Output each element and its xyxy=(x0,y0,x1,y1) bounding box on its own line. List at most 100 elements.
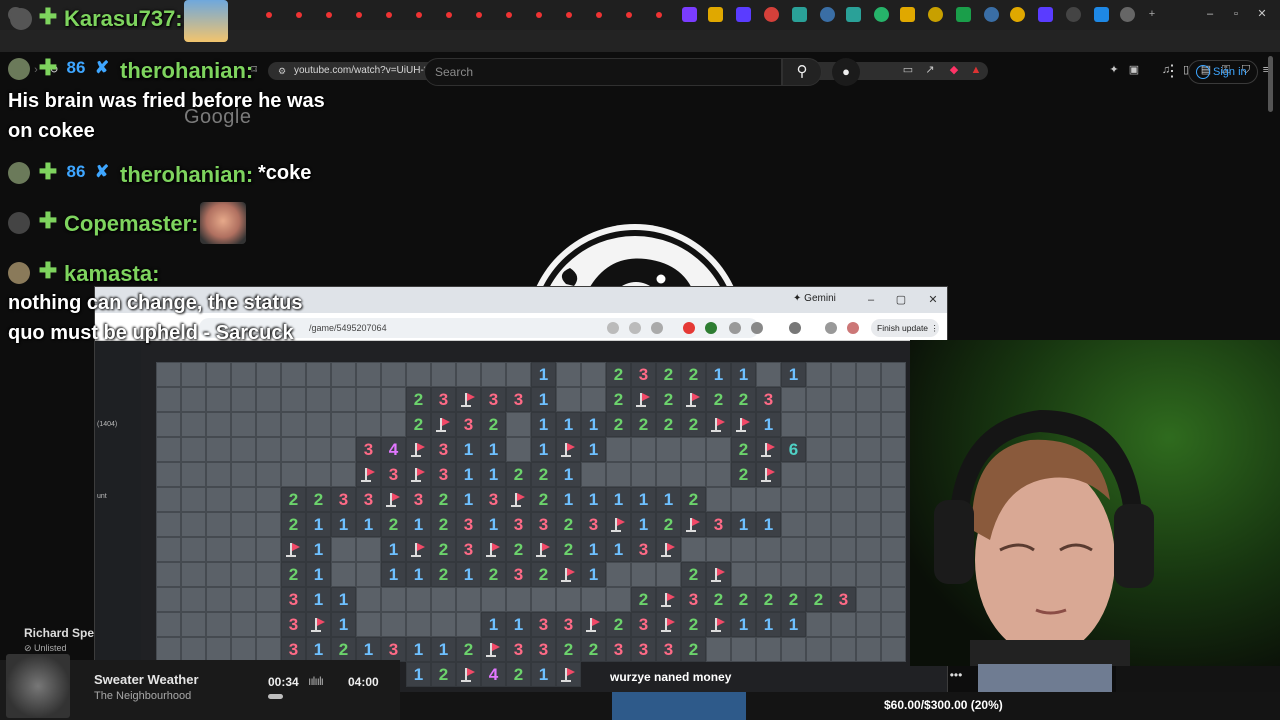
number-cell[interactable]: 2 xyxy=(656,412,681,437)
number-cell[interactable]: 1 xyxy=(781,612,806,637)
number-cell[interactable]: 2 xyxy=(456,637,481,662)
number-cell[interactable]: 1 xyxy=(306,587,331,612)
covered-cell[interactable] xyxy=(731,637,756,662)
covered-cell[interactable] xyxy=(706,462,731,487)
number-cell[interactable]: 1 xyxy=(606,537,631,562)
number-cell[interactable]: 4 xyxy=(481,662,506,687)
number-cell[interactable]: 1 xyxy=(306,637,331,662)
covered-cell[interactable] xyxy=(256,562,281,587)
number-cell[interactable]: 3 xyxy=(506,637,531,662)
settings-menu-button[interactable]: ⋮ xyxy=(1164,62,1180,82)
covered-cell[interactable] xyxy=(481,587,506,612)
seek-progress[interactable] xyxy=(268,694,283,699)
covered-cell[interactable] xyxy=(806,462,831,487)
number-cell[interactable]: 1 xyxy=(481,462,506,487)
number-cell[interactable]: 1 xyxy=(731,512,756,537)
number-cell[interactable]: 1 xyxy=(756,612,781,637)
covered-cell[interactable] xyxy=(881,537,906,562)
covered-cell[interactable] xyxy=(181,637,206,662)
covered-cell[interactable] xyxy=(681,437,706,462)
number-cell[interactable]: 1 xyxy=(331,587,356,612)
covered-cell[interactable] xyxy=(856,562,881,587)
covered-cell[interactable] xyxy=(231,487,256,512)
covered-cell[interactable] xyxy=(181,512,206,537)
covered-cell[interactable] xyxy=(181,387,206,412)
covered-cell[interactable] xyxy=(206,612,231,637)
flagged-cell[interactable] xyxy=(281,537,306,562)
number-cell[interactable]: 3 xyxy=(656,637,681,662)
covered-cell[interactable] xyxy=(231,637,256,662)
covered-cell[interactable] xyxy=(781,412,806,437)
number-cell[interactable]: 3 xyxy=(431,462,456,487)
flagged-cell[interactable] xyxy=(406,462,431,487)
covered-cell[interactable] xyxy=(781,387,806,412)
number-cell[interactable]: 1 xyxy=(631,512,656,537)
covered-cell[interactable] xyxy=(206,637,231,662)
covered-cell[interactable] xyxy=(506,437,531,462)
covered-cell[interactable] xyxy=(231,437,256,462)
number-cell[interactable]: 3 xyxy=(431,437,456,462)
covered-cell[interactable] xyxy=(256,612,281,637)
covered-cell[interactable] xyxy=(881,587,906,612)
number-cell[interactable]: 3 xyxy=(281,612,306,637)
voice-search-button[interactable]: ● xyxy=(832,58,860,86)
number-cell[interactable]: 3 xyxy=(681,587,706,612)
tab-favicon[interactable] xyxy=(506,12,512,18)
covered-cell[interactable] xyxy=(806,612,831,637)
flagged-cell[interactable] xyxy=(506,487,531,512)
covered-cell[interactable] xyxy=(206,437,231,462)
number-cell[interactable]: 2 xyxy=(556,512,581,537)
covered-cell[interactable] xyxy=(206,512,231,537)
search-button[interactable]: ⚲ xyxy=(782,58,822,86)
covered-cell[interactable] xyxy=(206,562,231,587)
covered-cell[interactable] xyxy=(506,587,531,612)
covered-cell[interactable] xyxy=(381,362,406,387)
covered-cell[interactable] xyxy=(831,462,856,487)
covered-cell[interactable] xyxy=(781,487,806,512)
covered-cell[interactable] xyxy=(381,387,406,412)
flagged-cell[interactable] xyxy=(656,587,681,612)
number-cell[interactable]: 3 xyxy=(631,362,656,387)
number-cell[interactable]: 2 xyxy=(756,587,781,612)
covered-cell[interactable] xyxy=(456,362,481,387)
number-cell[interactable]: 1 xyxy=(581,437,606,462)
number-cell[interactable]: 1 xyxy=(606,487,631,512)
number-cell[interactable]: 1 xyxy=(531,437,556,462)
covered-cell[interactable] xyxy=(156,512,181,537)
number-cell[interactable]: 2 xyxy=(806,587,831,612)
adblock-icon[interactable] xyxy=(683,322,695,334)
flagged-cell[interactable] xyxy=(756,462,781,487)
number-cell[interactable]: 1 xyxy=(406,562,431,587)
number-cell[interactable]: 1 xyxy=(531,362,556,387)
number-cell[interactable]: 2 xyxy=(431,662,456,687)
covered-cell[interactable] xyxy=(781,537,806,562)
reading-list-icon[interactable] xyxy=(789,322,801,334)
covered-cell[interactable] xyxy=(606,587,631,612)
number-cell[interactable]: 2 xyxy=(681,562,706,587)
maximize-icon[interactable]: ▫ xyxy=(1230,8,1242,20)
flagged-cell[interactable] xyxy=(406,537,431,562)
covered-cell[interactable] xyxy=(656,562,681,587)
number-cell[interactable]: 3 xyxy=(581,512,606,537)
covered-cell[interactable] xyxy=(881,512,906,537)
flagged-cell[interactable] xyxy=(481,637,506,662)
number-cell[interactable]: 3 xyxy=(706,512,731,537)
covered-cell[interactable] xyxy=(881,437,906,462)
covered-cell[interactable] xyxy=(406,612,431,637)
covered-cell[interactable] xyxy=(381,587,406,612)
number-cell[interactable]: 3 xyxy=(356,487,381,512)
covered-cell[interactable] xyxy=(256,637,281,662)
finish-update-button[interactable]: Finish update ⋮ xyxy=(871,319,939,337)
number-cell[interactable]: 3 xyxy=(531,612,556,637)
covered-cell[interactable] xyxy=(356,537,381,562)
covered-cell[interactable] xyxy=(756,562,781,587)
number-cell[interactable]: 3 xyxy=(281,637,306,662)
covered-cell[interactable] xyxy=(856,587,881,612)
covered-cell[interactable] xyxy=(306,387,331,412)
covered-cell[interactable] xyxy=(206,412,231,437)
covered-cell[interactable] xyxy=(181,362,206,387)
number-cell[interactable]: 3 xyxy=(431,387,456,412)
covered-cell[interactable] xyxy=(756,487,781,512)
tab-favicon[interactable] xyxy=(736,7,751,22)
number-cell[interactable]: 1 xyxy=(731,362,756,387)
